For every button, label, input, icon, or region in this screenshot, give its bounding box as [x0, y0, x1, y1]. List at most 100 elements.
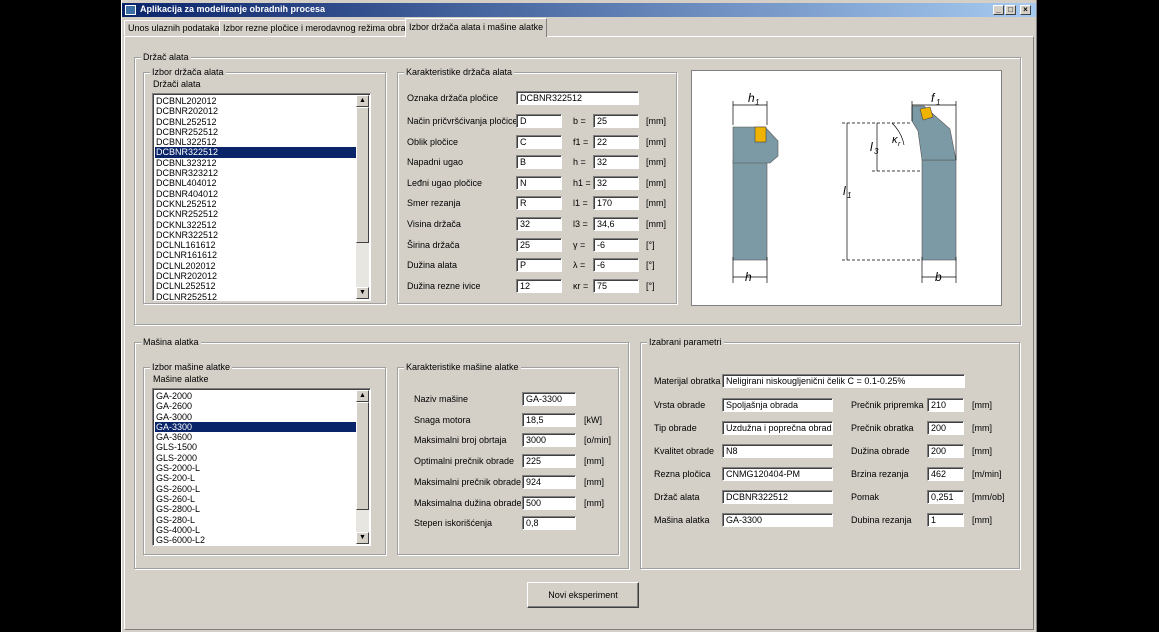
new-experiment-button[interactable]: Novi eksperiment: [527, 582, 639, 608]
param-field[interactable]: Spoljašnja obrada: [722, 398, 833, 412]
dim-field[interactable]: 75: [593, 278, 639, 293]
param-field[interactable]: DCBNR322512: [722, 490, 833, 504]
list-item[interactable]: GLS-1500: [155, 442, 356, 452]
param-field[interactable]: 462: [927, 467, 964, 481]
scroll-up-icon[interactable]: ▲: [356, 390, 369, 402]
machine-field[interactable]: 3000: [522, 433, 576, 448]
direction-field[interactable]: R: [516, 196, 562, 211]
param-field[interactable]: 200: [927, 444, 964, 458]
param-field[interactable]: Uzdužna i poprečna obrada: [722, 421, 833, 435]
param-field[interactable]: 1: [927, 513, 964, 527]
machine-field-label: Naziv mašine: [414, 394, 469, 404]
material-field[interactable]: Neligirani niskougljenični čelik C = 0.1…: [722, 374, 965, 388]
designation-field[interactable]: DCBNR322512: [516, 91, 639, 105]
scroll-up-icon[interactable]: ▲: [356, 95, 369, 107]
machine-listbox[interactable]: GA-2000 GA-2600 GA-3000 GA-3300 GA-3600 GLS-1…: [152, 388, 371, 546]
machine-select-group: Izbor mašine alatke Mašine alatke GA-200…: [143, 362, 386, 555]
list-item[interactable]: GS-280-L: [155, 515, 356, 525]
dim-field[interactable]: -6: [593, 258, 639, 273]
param-label: Vrsta obrade: [654, 400, 706, 410]
list-item[interactable]: DCBNL404012: [155, 178, 356, 188]
clearance-field[interactable]: N: [516, 175, 562, 190]
tab-input-data[interactable]: Unos ulaznih podataka: [124, 20, 224, 36]
list-item[interactable]: GS-2600-L: [155, 484, 356, 494]
param-field[interactable]: 0,251: [927, 490, 964, 504]
window-title: Aplikacija za modeliranje obradnih proce…: [140, 4, 326, 14]
machine-scrollbar[interactable]: ▲ ▼: [356, 390, 369, 544]
width-field[interactable]: 25: [516, 237, 562, 252]
list-item[interactable]: DCBNL322512: [155, 137, 356, 147]
list-item[interactable]: DCBNL252512: [155, 117, 356, 127]
list-item[interactable]: DCKNR252512: [155, 209, 356, 219]
dim-label: h =: [573, 157, 586, 168]
dim-field[interactable]: -6: [593, 237, 639, 252]
shape-field[interactable]: C: [516, 134, 562, 149]
edge-field[interactable]: 12: [516, 278, 562, 293]
list-item[interactable]: DCKNR322512: [155, 230, 356, 240]
machine-field[interactable]: 225: [522, 454, 576, 469]
list-item[interactable]: GS-260-L: [155, 494, 356, 504]
list-item[interactable]: DCLNR252512: [155, 292, 356, 300]
holder-scrollbar[interactable]: ▲ ▼: [356, 95, 369, 299]
dim-field[interactable]: 170: [593, 196, 639, 211]
list-item[interactable]: DCBNR323212: [155, 168, 356, 178]
list-item[interactable]: DCBNR404012: [155, 189, 356, 199]
param-field[interactable]: 200: [927, 421, 964, 435]
list-item[interactable]: DCBNR322512: [155, 147, 356, 158]
list-item[interactable]: DCBNR202012: [155, 106, 356, 116]
height-field[interactable]: 32: [516, 217, 562, 231]
scroll-down-icon[interactable]: ▼: [356, 532, 369, 544]
list-item[interactable]: DCKNL252512: [155, 199, 356, 209]
list-item[interactable]: GS-200-L: [155, 473, 356, 483]
scroll-thumb[interactable]: [356, 107, 369, 243]
dim-field[interactable]: 32: [593, 155, 639, 170]
dim-field[interactable]: 25: [593, 114, 639, 128]
dim-unit: [°]: [646, 280, 655, 291]
scroll-down-icon[interactable]: ▼: [356, 287, 369, 299]
list-item[interactable]: GS-2000-L: [155, 463, 356, 473]
list-item[interactable]: DCBNL323212: [155, 158, 356, 168]
list-item[interactable]: DCBNR252512: [155, 127, 356, 137]
list-item[interactable]: DCLNR161612: [155, 250, 356, 260]
list-item[interactable]: GLS-2000: [155, 453, 356, 463]
list-item[interactable]: GA-2600: [155, 401, 356, 411]
list-item[interactable]: GA-3000: [155, 412, 356, 422]
list-item[interactable]: GA-3600: [155, 432, 356, 442]
holder-listbox[interactable]: DCBNL202012 DCBNR202012 DCBNL252512 DCBNR25…: [152, 93, 371, 301]
minimize-button[interactable]: _: [993, 5, 1004, 15]
dim-field[interactable]: 32: [593, 175, 639, 190]
machine-field[interactable]: GA-3300: [522, 392, 576, 406]
approach-label: Napadni ugao: [407, 157, 464, 168]
param-field[interactable]: CNMG120404-PM: [722, 467, 833, 481]
machine-field[interactable]: 0,8: [522, 516, 576, 531]
list-item[interactable]: GA-2000: [155, 391, 356, 401]
list-item[interactable]: DCLNR202012: [155, 271, 356, 281]
tab-holder-machine[interactable]: Izbor držača alata i mašine alatke: [405, 18, 548, 37]
dim-field[interactable]: 34,6: [593, 217, 639, 231]
machine-field[interactable]: 924: [522, 474, 576, 489]
maximize-button[interactable]: □: [1005, 5, 1016, 15]
param-field[interactable]: 210: [927, 398, 964, 412]
list-item[interactable]: DCKNL322512: [155, 220, 356, 230]
list-item[interactable]: GS-2800-L: [155, 504, 356, 514]
list-item[interactable]: DCLNL161612: [155, 240, 356, 250]
tab-insert-selection[interactable]: Izbor rezne pločice i merodavnog režima …: [219, 20, 420, 36]
close-button[interactable]: ×: [1020, 5, 1031, 15]
scroll-thumb[interactable]: [356, 402, 369, 510]
list-item[interactable]: GA-3300: [155, 421, 356, 433]
list-item[interactable]: DCLNL252512: [155, 281, 356, 291]
list-item[interactable]: GS-4000-L: [155, 525, 356, 535]
clamping-field[interactable]: D: [516, 114, 562, 128]
machine-field[interactable]: 500: [522, 495, 576, 510]
list-item[interactable]: DCLNL202012: [155, 261, 356, 271]
list-item[interactable]: GS-6000-L2: [155, 535, 356, 545]
length-field[interactable]: P: [516, 258, 562, 273]
dim-field[interactable]: 22: [593, 134, 639, 149]
param-unit: [mm]: [972, 400, 992, 410]
holder-list-items: DCBNL202012 DCBNR202012 DCBNL252512 DCBNR25…: [155, 96, 356, 300]
approach-field[interactable]: B: [516, 155, 562, 170]
list-item[interactable]: DCBNL202012: [155, 96, 356, 106]
param-field[interactable]: N8: [722, 444, 833, 458]
param-field[interactable]: GA-3300: [722, 513, 833, 527]
machine-field[interactable]: 18,5: [522, 412, 576, 427]
